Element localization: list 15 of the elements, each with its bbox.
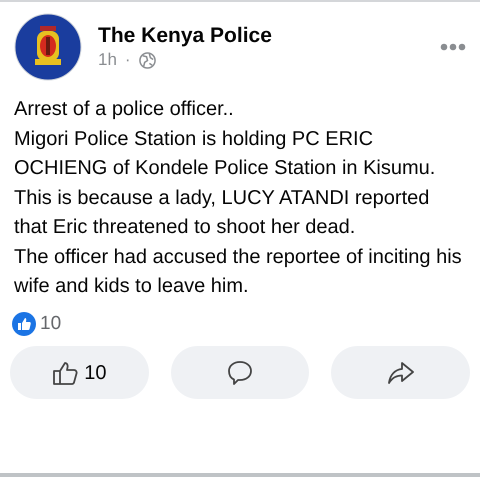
share-icon (386, 360, 415, 386)
thumbs-up-icon (52, 360, 80, 386)
post-text: Migori Police Station is holding PC ERIC OCHIENG of Kondele Police Station in Kisumu. (14, 126, 436, 181)
post-text: Arrest of a police officer.. (14, 97, 235, 122)
post-text: The officer had accused the reportee of inciting his wife and kids to leave him. (14, 244, 463, 299)
reaction-count[interactable]: 10 (40, 310, 62, 338)
page-name[interactable]: The Kenya Police (98, 23, 424, 49)
like-reaction-icon (12, 312, 36, 336)
separator-dot: · (124, 49, 131, 71)
avatar-emblem[interactable] (14, 13, 82, 81)
comment-icon (227, 360, 253, 386)
globe-icon (138, 52, 156, 68)
post-text: This is because a lady, LUCY ATANDI reported that Eric threatened to shoot her dead. (14, 186, 430, 240)
like-button[interactable]: 10 (10, 346, 149, 399)
more-options-icon[interactable] (440, 43, 466, 51)
